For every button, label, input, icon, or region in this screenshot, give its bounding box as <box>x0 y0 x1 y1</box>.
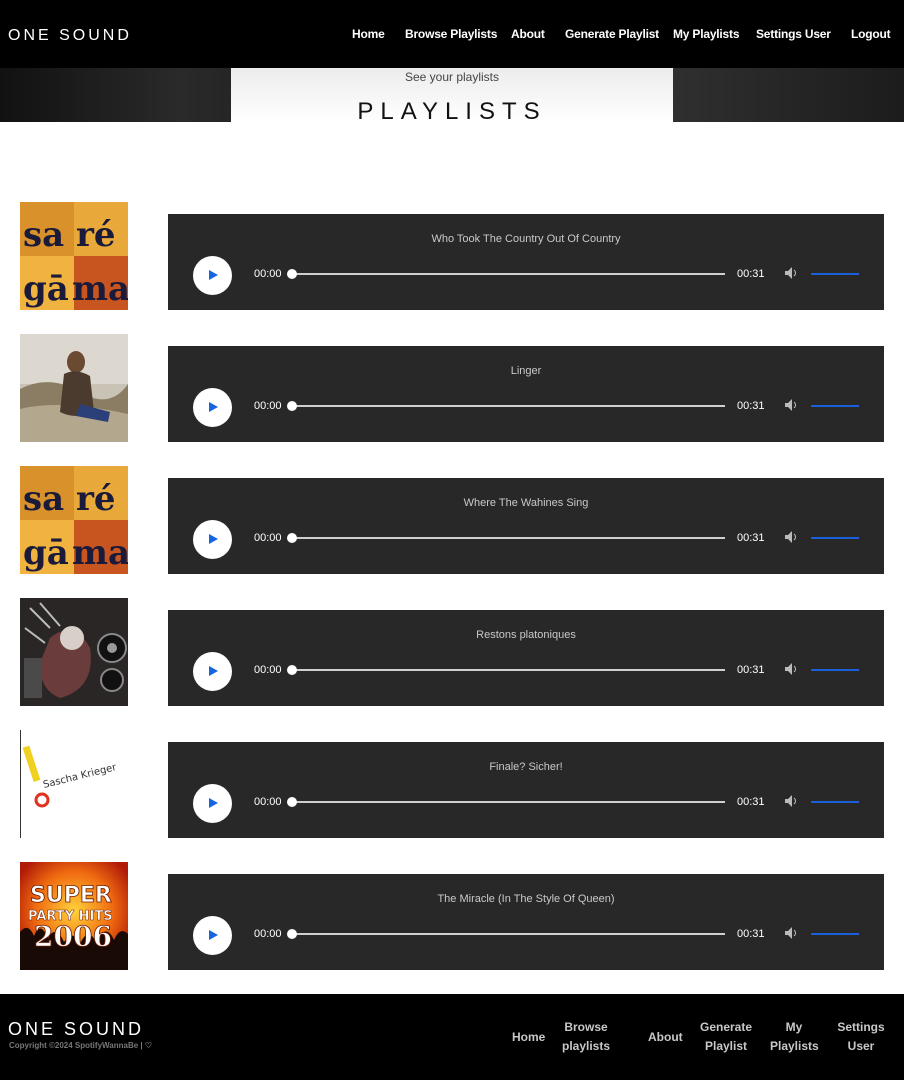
track-row: SUPER PARTY HITS 2006 The Miracle (In Th… <box>0 862 904 970</box>
play-button[interactable] <box>193 388 232 427</box>
cover-text: gā <box>23 533 69 573</box>
volume-slider[interactable] <box>811 669 859 671</box>
seek-bar[interactable] <box>292 405 725 407</box>
footer-nav-generate-playlist[interactable]: Generate Playlist <box>694 1018 758 1056</box>
track-title: The Miracle (In The Style Of Queen) <box>437 893 615 905</box>
track-row: Restons platoniques 00:00 00:31 <box>0 598 904 706</box>
seek-handle[interactable] <box>287 929 297 939</box>
cover-text: ma <box>72 533 128 573</box>
track-row: Sascha Krieger Finale? Sicher! 00:00 00:… <box>0 730 904 838</box>
seek-handle[interactable] <box>287 533 297 543</box>
current-time: 00:00 <box>254 400 282 412</box>
volume-icon[interactable] <box>785 531 799 543</box>
track-row: Linger 00:00 00:31 <box>0 334 904 442</box>
current-time: 00:00 <box>254 532 282 544</box>
play-button[interactable] <box>193 784 232 823</box>
hero-banner: See your playlists PLAYLISTS <box>0 68 904 122</box>
track-title: Restons platoniques <box>476 629 576 641</box>
nav-about[interactable]: About <box>511 27 545 41</box>
current-time: 00:00 <box>254 664 282 676</box>
duration: 00:31 <box>737 532 765 544</box>
seek-bar[interactable] <box>292 933 725 935</box>
cover-text: ré <box>76 479 116 519</box>
footer-logo[interactable]: ONE SOUND <box>8 1019 144 1040</box>
nav-my-playlists[interactable]: My Playlists <box>673 27 740 41</box>
audio-player: Where The Wahines Sing 00:00 00:31 <box>168 478 884 574</box>
seek-handle[interactable] <box>287 269 297 279</box>
album-cover: Sascha Krieger <box>20 730 128 838</box>
volume-slider[interactable] <box>811 405 859 407</box>
cover-text: sa <box>23 215 64 255</box>
volume-icon[interactable] <box>785 795 799 807</box>
track-title: Linger <box>510 365 542 377</box>
seek-handle[interactable] <box>287 401 297 411</box>
volume-icon[interactable] <box>785 267 799 279</box>
cover-text: ré <box>76 215 116 255</box>
cover-text: gā <box>23 269 69 309</box>
audio-player: Finale? Sicher! 00:00 00:31 <box>168 742 884 838</box>
nav-generate-playlist[interactable]: Generate Playlist <box>565 27 659 41</box>
duration: 00:31 <box>737 664 765 676</box>
volume-icon[interactable] <box>785 927 799 939</box>
footer-nav-browse-playlists[interactable]: Browse playlists <box>556 1018 616 1056</box>
volume-icon[interactable] <box>785 399 799 411</box>
album-cover: SUPER PARTY HITS 2006 <box>20 862 128 970</box>
site-logo[interactable]: ONE SOUND <box>8 27 132 45</box>
nav-settings-user[interactable]: Settings User <box>756 27 831 41</box>
seek-bar[interactable] <box>292 801 725 803</box>
duration: 00:31 <box>737 400 765 412</box>
audio-player: Linger 00:00 00:31 <box>168 346 884 442</box>
cover-text: ma <box>72 269 128 309</box>
audio-player: Restons platoniques 00:00 00:31 <box>168 610 884 706</box>
volume-slider[interactable] <box>811 537 859 539</box>
track-title: Who Took The Country Out Of Country <box>431 233 621 245</box>
seek-handle[interactable] <box>287 797 297 807</box>
cover-text: SUPER <box>30 883 112 908</box>
footer-nav-my-playlists[interactable]: My Playlists <box>770 1018 819 1056</box>
nav-logout[interactable]: Logout <box>851 27 891 41</box>
top-navbar: ONE SOUND Home Browse Playlists About Ge… <box>0 0 904 68</box>
track-title: Where The Wahines Sing <box>463 497 589 509</box>
audio-player: The Miracle (In The Style Of Queen) 00:0… <box>168 874 884 970</box>
page-title: PLAYLISTS <box>357 98 547 122</box>
hero-subtitle: See your playlists <box>404 70 500 84</box>
play-button[interactable] <box>193 916 232 955</box>
volume-icon[interactable] <box>785 663 799 675</box>
play-button[interactable] <box>193 520 232 559</box>
volume-slider[interactable] <box>811 273 859 275</box>
cover-text: sa <box>23 479 64 519</box>
album-cover <box>20 598 128 706</box>
duration: 00:31 <box>737 928 765 940</box>
current-time: 00:00 <box>254 796 282 808</box>
album-cover <box>20 334 128 442</box>
current-time: 00:00 <box>254 268 282 280</box>
track-title: Finale? Sicher! <box>489 761 563 773</box>
footer: ONE SOUND Copyright ©2024 SpotifyWannaBe… <box>0 994 904 1080</box>
hero-card: See your playlists PLAYLISTS <box>231 68 673 122</box>
nav-home[interactable]: Home <box>352 27 385 41</box>
volume-slider[interactable] <box>811 933 859 935</box>
track-row: sa ré gā ma Who Took The Country Out Of … <box>0 202 904 310</box>
nav-browse-playlists[interactable]: Browse Playlists <box>405 27 497 41</box>
footer-nav-about[interactable]: About <box>648 1028 683 1047</box>
play-button[interactable] <box>193 256 232 295</box>
duration: 00:31 <box>737 268 765 280</box>
seek-handle[interactable] <box>287 665 297 675</box>
track-row: sa ré gā ma Where The Wahines Sing 00:00… <box>0 466 904 574</box>
play-button[interactable] <box>193 652 232 691</box>
cover-text: 2006 <box>34 920 112 953</box>
audio-player: Who Took The Country Out Of Country 00:0… <box>168 214 884 310</box>
seek-bar[interactable] <box>292 537 725 539</box>
current-time: 00:00 <box>254 928 282 940</box>
album-cover: sa ré gā ma <box>20 466 128 574</box>
footer-nav-home[interactable]: Home <box>512 1028 545 1047</box>
seek-bar[interactable] <box>292 273 725 275</box>
volume-slider[interactable] <box>811 801 859 803</box>
duration: 00:31 <box>737 796 765 808</box>
copyright-text: Copyright ©2024 SpotifyWannaBe | ♡ <box>9 1041 153 1050</box>
album-cover: sa ré gā ma <box>20 202 128 310</box>
footer-nav-settings-user[interactable]: Settings User <box>830 1018 892 1056</box>
seek-bar[interactable] <box>292 669 725 671</box>
